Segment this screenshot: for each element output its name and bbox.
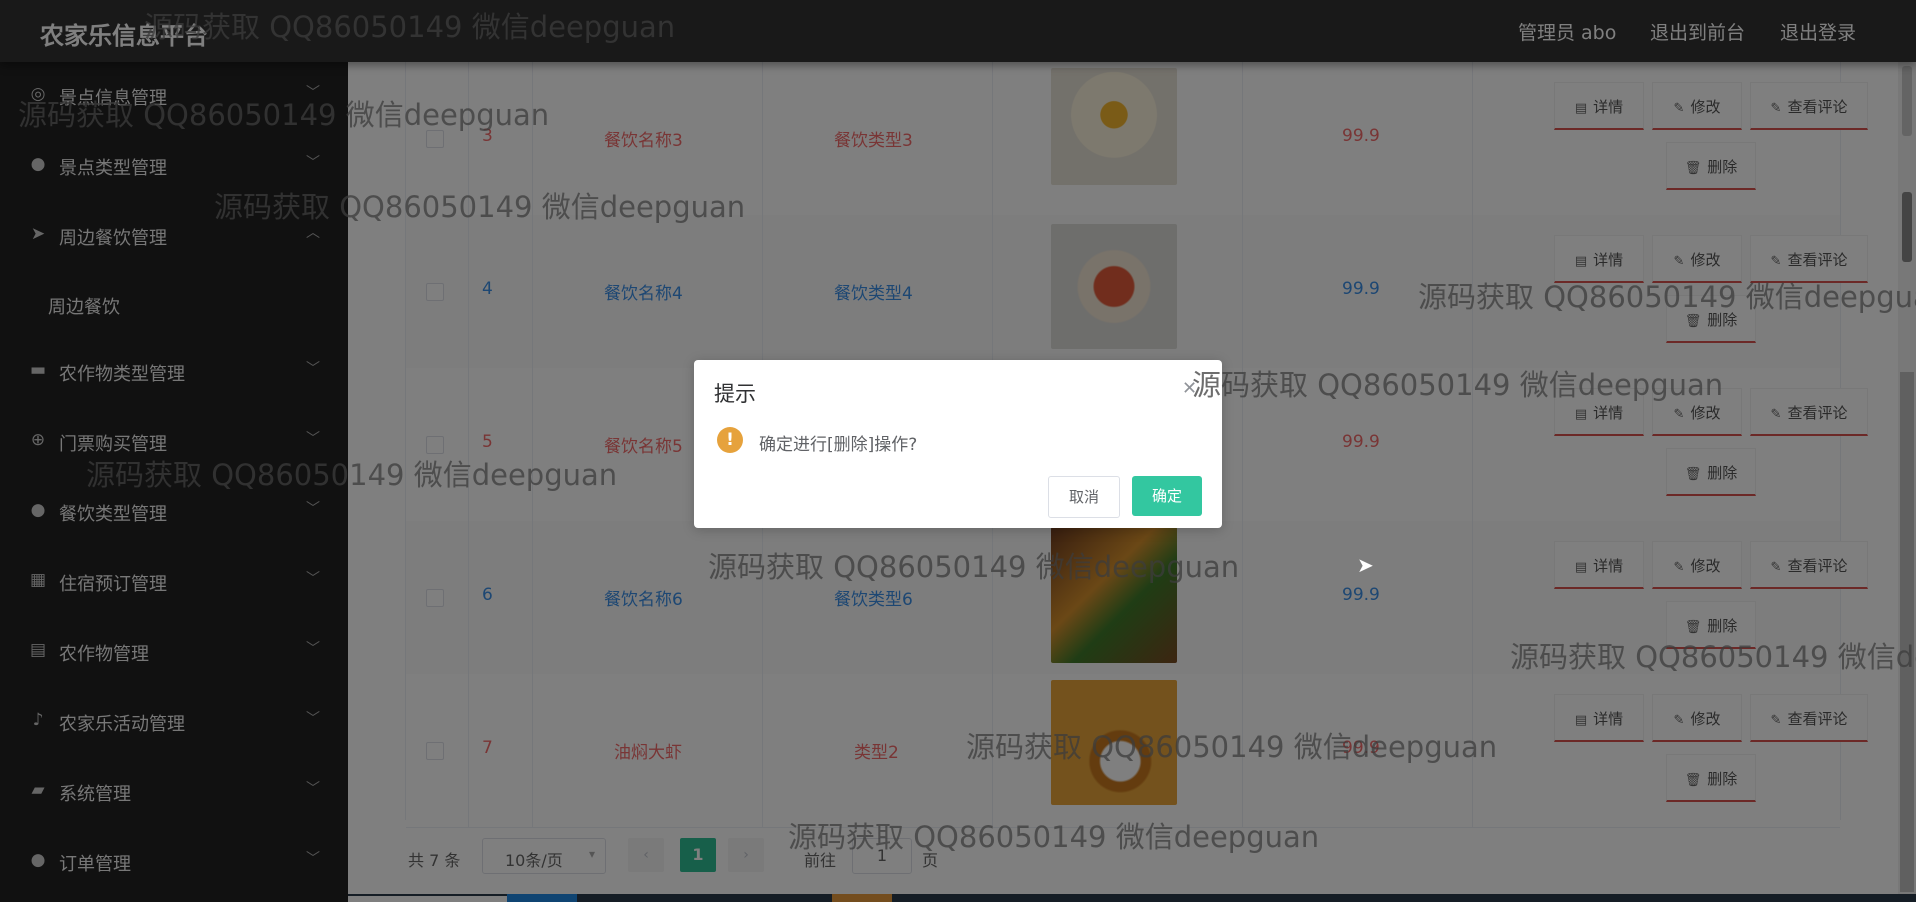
watermark-text: 源码获取 QQ86050149 微信deepguan [214,190,746,224]
watermark-text: 源码获取 QQ86050149 微信deepguan [144,10,676,44]
mouse-cursor-icon: ➤ [1357,553,1374,577]
watermark-text: 源码获取 QQ86050149 微信deepguan [86,458,618,492]
confirm-button[interactable]: 确定 [1132,476,1202,516]
confirm-dialog: 提示 ✕ ! 确定进行[删除]操作? 取消 确定 [694,360,1222,528]
dialog-message: 确定进行[删除]操作? [759,435,918,455]
warning-icon: ! [717,427,743,453]
watermark-text: 源码获取 QQ86050149 微信deepguan [1418,280,1916,314]
dialog-title: 提示 [714,382,756,406]
watermark-text: 源码获取 QQ86050149 微信deepguan [788,820,1320,854]
watermark-text: 源码获取 QQ86050149 微信deepguan [1192,368,1724,402]
cancel-button[interactable]: 取消 [1048,476,1120,518]
watermark-text: 源码获取 QQ86050149 微信deepguan [708,550,1240,584]
watermark-text: 源码获取 QQ86050149 微信deepguan [18,98,550,132]
watermark-text: 源码获取 QQ86050149 微信deepguan [1510,640,1916,674]
watermark-text: 源码获取 QQ86050149 微信deepguan [966,730,1498,764]
